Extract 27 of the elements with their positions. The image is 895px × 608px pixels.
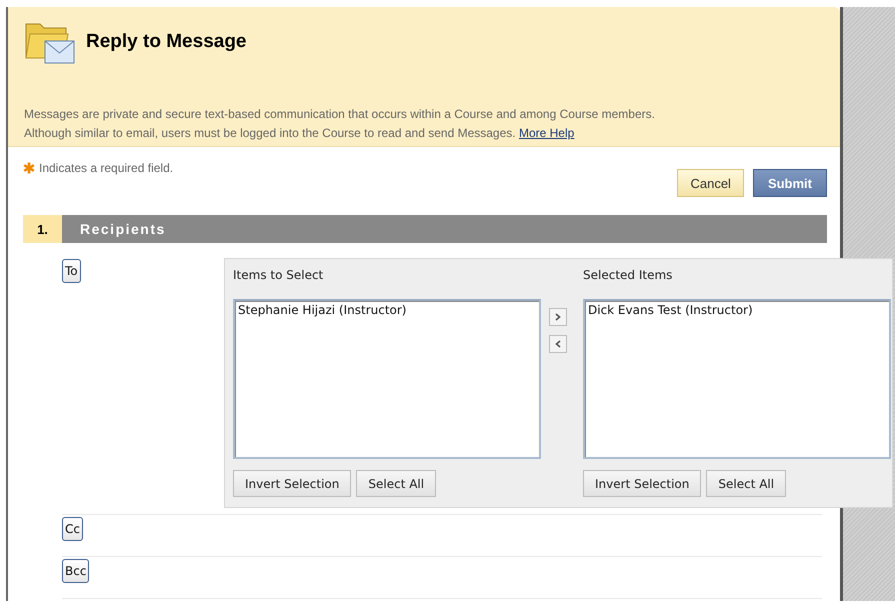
move-left-button[interactable]	[549, 335, 567, 353]
list-box[interactable]: Dick Evans Test (Instructor)	[583, 299, 891, 459]
recipient-button[interactable]: Bcc	[62, 559, 90, 583]
list-box[interactable]: Stephanie Hijazi (Instructor)	[233, 299, 541, 459]
page-title: Reply to Message	[86, 31, 246, 53]
section-number: 1.	[23, 215, 62, 243]
more-help-link[interactable]: More Help	[518, 126, 574, 140]
section-title: Recipients	[62, 215, 827, 243]
invert-selection-button[interactable]: Invert Selection	[233, 470, 352, 497]
required-note: Indicates a required field.	[39, 161, 174, 175]
list-item[interactable]: Stephanie Hijazi (Instructor)	[238, 303, 536, 317]
move-right-button[interactable]	[549, 308, 567, 326]
select-all-button[interactable]: Select All	[356, 470, 436, 497]
list-item[interactable]: Dick Evans Test (Instructor)	[588, 303, 886, 317]
submit-button[interactable]: Submit	[752, 169, 827, 197]
list-label: Selected Items	[583, 268, 674, 284]
recipient-button[interactable]: To	[62, 259, 81, 283]
description-text: Messages are private and secure text-based communication that occurs within a Course and among Course members.	[24, 107, 655, 121]
cancel-button[interactable]: Cancel	[677, 169, 744, 197]
chevron-left-icon	[554, 340, 562, 348]
invert-selection-button[interactable]: Invert Selection	[583, 470, 702, 497]
recipient-button[interactable]: Cc	[62, 517, 83, 541]
description-text: Although similar to email, users must be logged into the Course to read and send Messages.	[24, 126, 516, 140]
select-all-button[interactable]: Select All	[706, 470, 786, 497]
asterisk-icon	[23, 162, 35, 174]
chevron-right-icon	[554, 313, 562, 321]
list-label: Items to Select	[233, 268, 324, 284]
